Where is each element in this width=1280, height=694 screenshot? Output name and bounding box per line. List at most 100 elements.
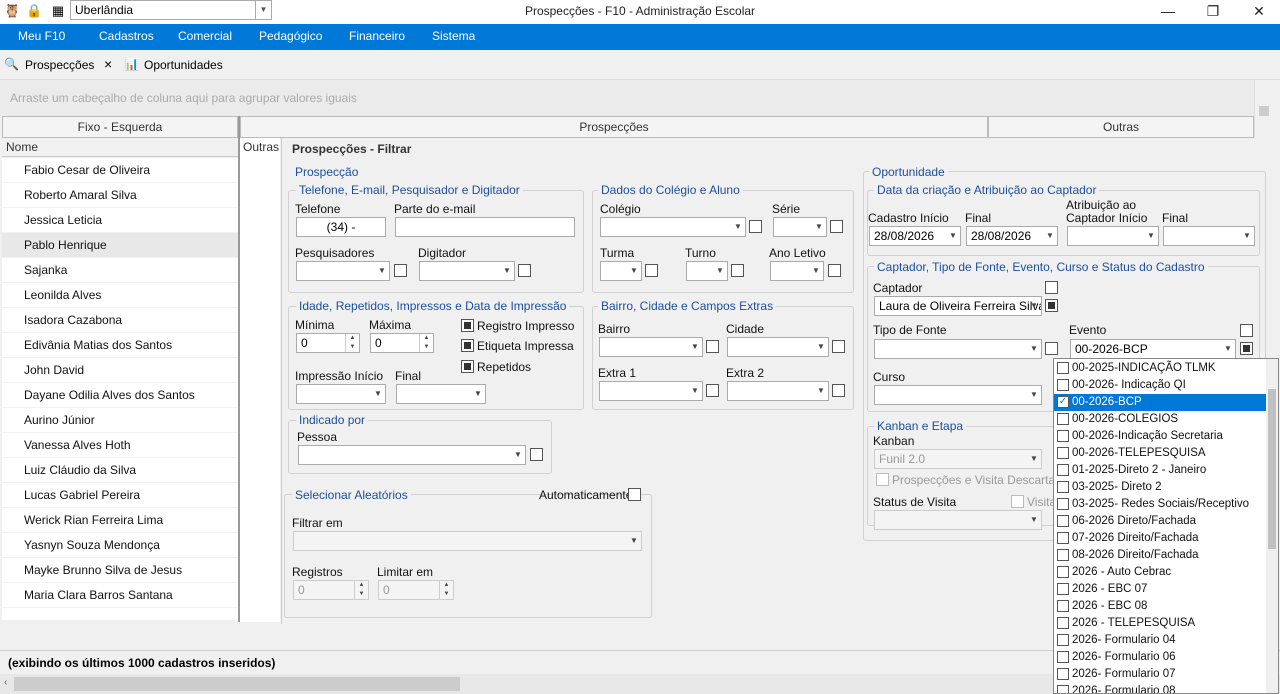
list-item[interactable]: Roberto Amaral Silva [2, 183, 238, 208]
tab-prospeccoes[interactable]: Prospecções [25, 58, 94, 72]
serie-select[interactable]: ▼ [773, 217, 827, 237]
chevron-down-icon[interactable]: ▼ [688, 382, 702, 400]
evento-option[interactable]: 00-2025-INDICAÇÃO TLMK [1054, 360, 1266, 377]
list-item[interactable]: Edivânia Matias dos Santos [2, 333, 238, 358]
curso-select[interactable]: ▼ [874, 385, 1042, 405]
group-by-hint[interactable]: Arraste um cabeçalho de coluna aqui para… [0, 80, 1254, 116]
captador-select[interactable]: Laura de Oliveira Ferreira Silva ▼ [874, 296, 1042, 316]
list-item[interactable]: Vanessa Alves Hoth [2, 433, 238, 458]
list-item[interactable]: Aurino Júnior [2, 408, 238, 433]
cadastro-inicio-date[interactable]: 28/08/2026 ▼ [869, 226, 961, 246]
chevron-down-icon[interactable]: ▼ [946, 227, 960, 245]
list-item[interactable]: Fabio Cesar de Oliveira [2, 158, 238, 183]
menu-comercial[interactable]: Comercial [178, 29, 232, 43]
evento-option[interactable]: 00-2026-TELEPESQUISA [1054, 445, 1266, 462]
cadastro-final-date[interactable]: 28/08/2026 ▼ [966, 226, 1058, 246]
evento-option[interactable]: 2026- Formulario 06 [1054, 649, 1266, 666]
chevron-down-icon[interactable]: ▼ [1221, 340, 1235, 358]
checkbox-icon[interactable] [1057, 566, 1069, 578]
repetidos-checkbox[interactable] [461, 360, 474, 373]
close-window-button[interactable]: ✕ [1236, 0, 1280, 22]
evento-option[interactable]: 2026- Formulario 07 [1054, 666, 1266, 683]
spin-arrows-icon[interactable]: ▲ ▼ [354, 581, 368, 599]
evento-option[interactable]: 08-2026 Direito/Fachada [1054, 547, 1266, 564]
list-item[interactable]: Pablo Henrique [2, 233, 238, 258]
cidade-checkbox[interactable] [832, 340, 845, 353]
pessoa-checkbox[interactable] [530, 448, 543, 461]
chevron-down-icon[interactable]: ▼ [1043, 227, 1057, 245]
evento-option[interactable]: 00-2026-Indicação Secretaria [1054, 428, 1266, 445]
column-outras-header[interactable]: Outras [243, 140, 279, 154]
chevron-down-icon[interactable]: ▼ [371, 385, 385, 403]
evento-option[interactable]: 2026- Formulario 04 [1054, 632, 1266, 649]
impressao-final-date[interactable]: ▼ [396, 384, 486, 404]
checkbox-icon[interactable] [1057, 600, 1069, 612]
evento-select[interactable]: 00-2026-BCP ▼ [1070, 339, 1236, 359]
kanban-select[interactable]: Funil 2.0 ▼ [874, 449, 1042, 469]
captador-filter-checkbox[interactable] [1045, 299, 1058, 312]
scroll-left-icon[interactable]: ‹ [4, 677, 7, 688]
evento-option[interactable]: 00-2026- Indicação QI [1054, 377, 1266, 394]
chevron-down-icon[interactable]: ▼ [731, 218, 745, 236]
list-item[interactable]: Dayane Odilia Alves dos Santos [2, 383, 238, 408]
menu-cadastros[interactable]: Cadastros [99, 29, 154, 43]
status-visita-select[interactable]: ▼ [874, 510, 1042, 530]
band-outras[interactable]: Outras [988, 116, 1254, 138]
pesquisadores-select[interactable]: ▼ [296, 261, 390, 281]
minima-input[interactable]: 0 ▲ ▼ [296, 333, 360, 353]
menu-meu-f10[interactable]: Meu F10 [18, 29, 65, 43]
pesquisadores-checkbox[interactable] [394, 264, 407, 277]
checkbox-icon[interactable] [1057, 430, 1069, 442]
chevron-down-icon[interactable]: ▼ [809, 262, 823, 280]
scroll-thumb[interactable] [14, 677, 460, 691]
captador-checkbox[interactable] [1045, 281, 1058, 294]
evento-option[interactable]: 03-2025- Direto 2 [1054, 479, 1266, 496]
evento-option[interactable]: 07-2026 Direito/Fachada [1054, 530, 1266, 547]
etiqueta-impressa-checkbox[interactable] [461, 339, 474, 352]
list-item[interactable]: Maria Clara Barros Santana [2, 583, 238, 608]
checkbox-icon[interactable] [1057, 498, 1069, 510]
minimize-button[interactable]: — [1145, 0, 1191, 22]
evento-option[interactable]: 2026 - EBC 07 [1054, 581, 1266, 598]
prosp-visita-checkbox[interactable] [876, 473, 889, 486]
turma-select[interactable]: ▼ [600, 261, 642, 281]
turno-checkbox[interactable] [731, 264, 744, 277]
evento-option[interactable]: 01-2025-Direto 2 - Janeiro [1054, 462, 1266, 479]
tipo-fonte-checkbox[interactable] [1045, 342, 1058, 355]
chevron-down-icon[interactable]: ▼ [1027, 450, 1041, 468]
menu-sistema[interactable]: Sistema [432, 29, 475, 43]
list-item[interactable]: Isadora Cazabona [2, 308, 238, 333]
checkbox-icon[interactable] [1057, 651, 1069, 663]
evento-option[interactable]: ✓ 00-2026-BCP [1054, 393, 1267, 412]
checkbox-icon[interactable] [1057, 362, 1069, 374]
filtrar-em-select[interactable]: ▼ [293, 531, 642, 551]
ano-letivo-checkbox[interactable] [828, 264, 841, 277]
colegio-checkbox[interactable] [749, 220, 762, 233]
chevron-down-icon[interactable]: ▼ [511, 446, 525, 464]
chevron-down-icon[interactable]: ▼ [627, 262, 641, 280]
checkbox-icon[interactable] [1057, 617, 1069, 629]
pessoa-select[interactable]: ▼ [298, 445, 526, 465]
list-item[interactable]: Leonilda Alves [2, 283, 238, 308]
chevron-down-icon[interactable]: ▼ [1027, 511, 1041, 529]
colegio-select[interactable]: ▼ [600, 217, 746, 237]
tab-oportunidades[interactable]: Oportunidades [144, 58, 223, 72]
checkbox-icon[interactable] [1057, 413, 1069, 425]
scroll-thumb[interactable] [1259, 106, 1269, 116]
band-fixo-esquerda[interactable]: Fixo - Esquerda [2, 116, 238, 138]
close-tab-button[interactable]: × [104, 56, 112, 72]
list-item[interactable]: John David [2, 358, 238, 383]
turma-checkbox[interactable] [645, 264, 658, 277]
chevron-down-icon[interactable]: ▼ [1144, 227, 1158, 245]
maxima-input[interactable]: 0 ▲ ▼ [370, 333, 434, 353]
evento-option[interactable]: 2026 - TELEPESQUISA [1054, 615, 1266, 632]
checkbox-icon[interactable] [1057, 515, 1069, 527]
checkbox-icon[interactable] [1057, 464, 1069, 476]
extra1-checkbox[interactable] [706, 384, 719, 397]
dropdown-scrollbar[interactable] [1266, 359, 1278, 693]
captador-final-date[interactable]: ▼ [1163, 226, 1255, 246]
evento-option[interactable]: 00-2026-COLEGIOS [1054, 411, 1266, 428]
spin-arrows-icon[interactable]: ▲ ▼ [345, 334, 359, 352]
registros-input[interactable]: 0 ▲ ▼ [293, 580, 369, 600]
list-item[interactable]: Yasnyn Souza Mendonça [2, 533, 238, 558]
